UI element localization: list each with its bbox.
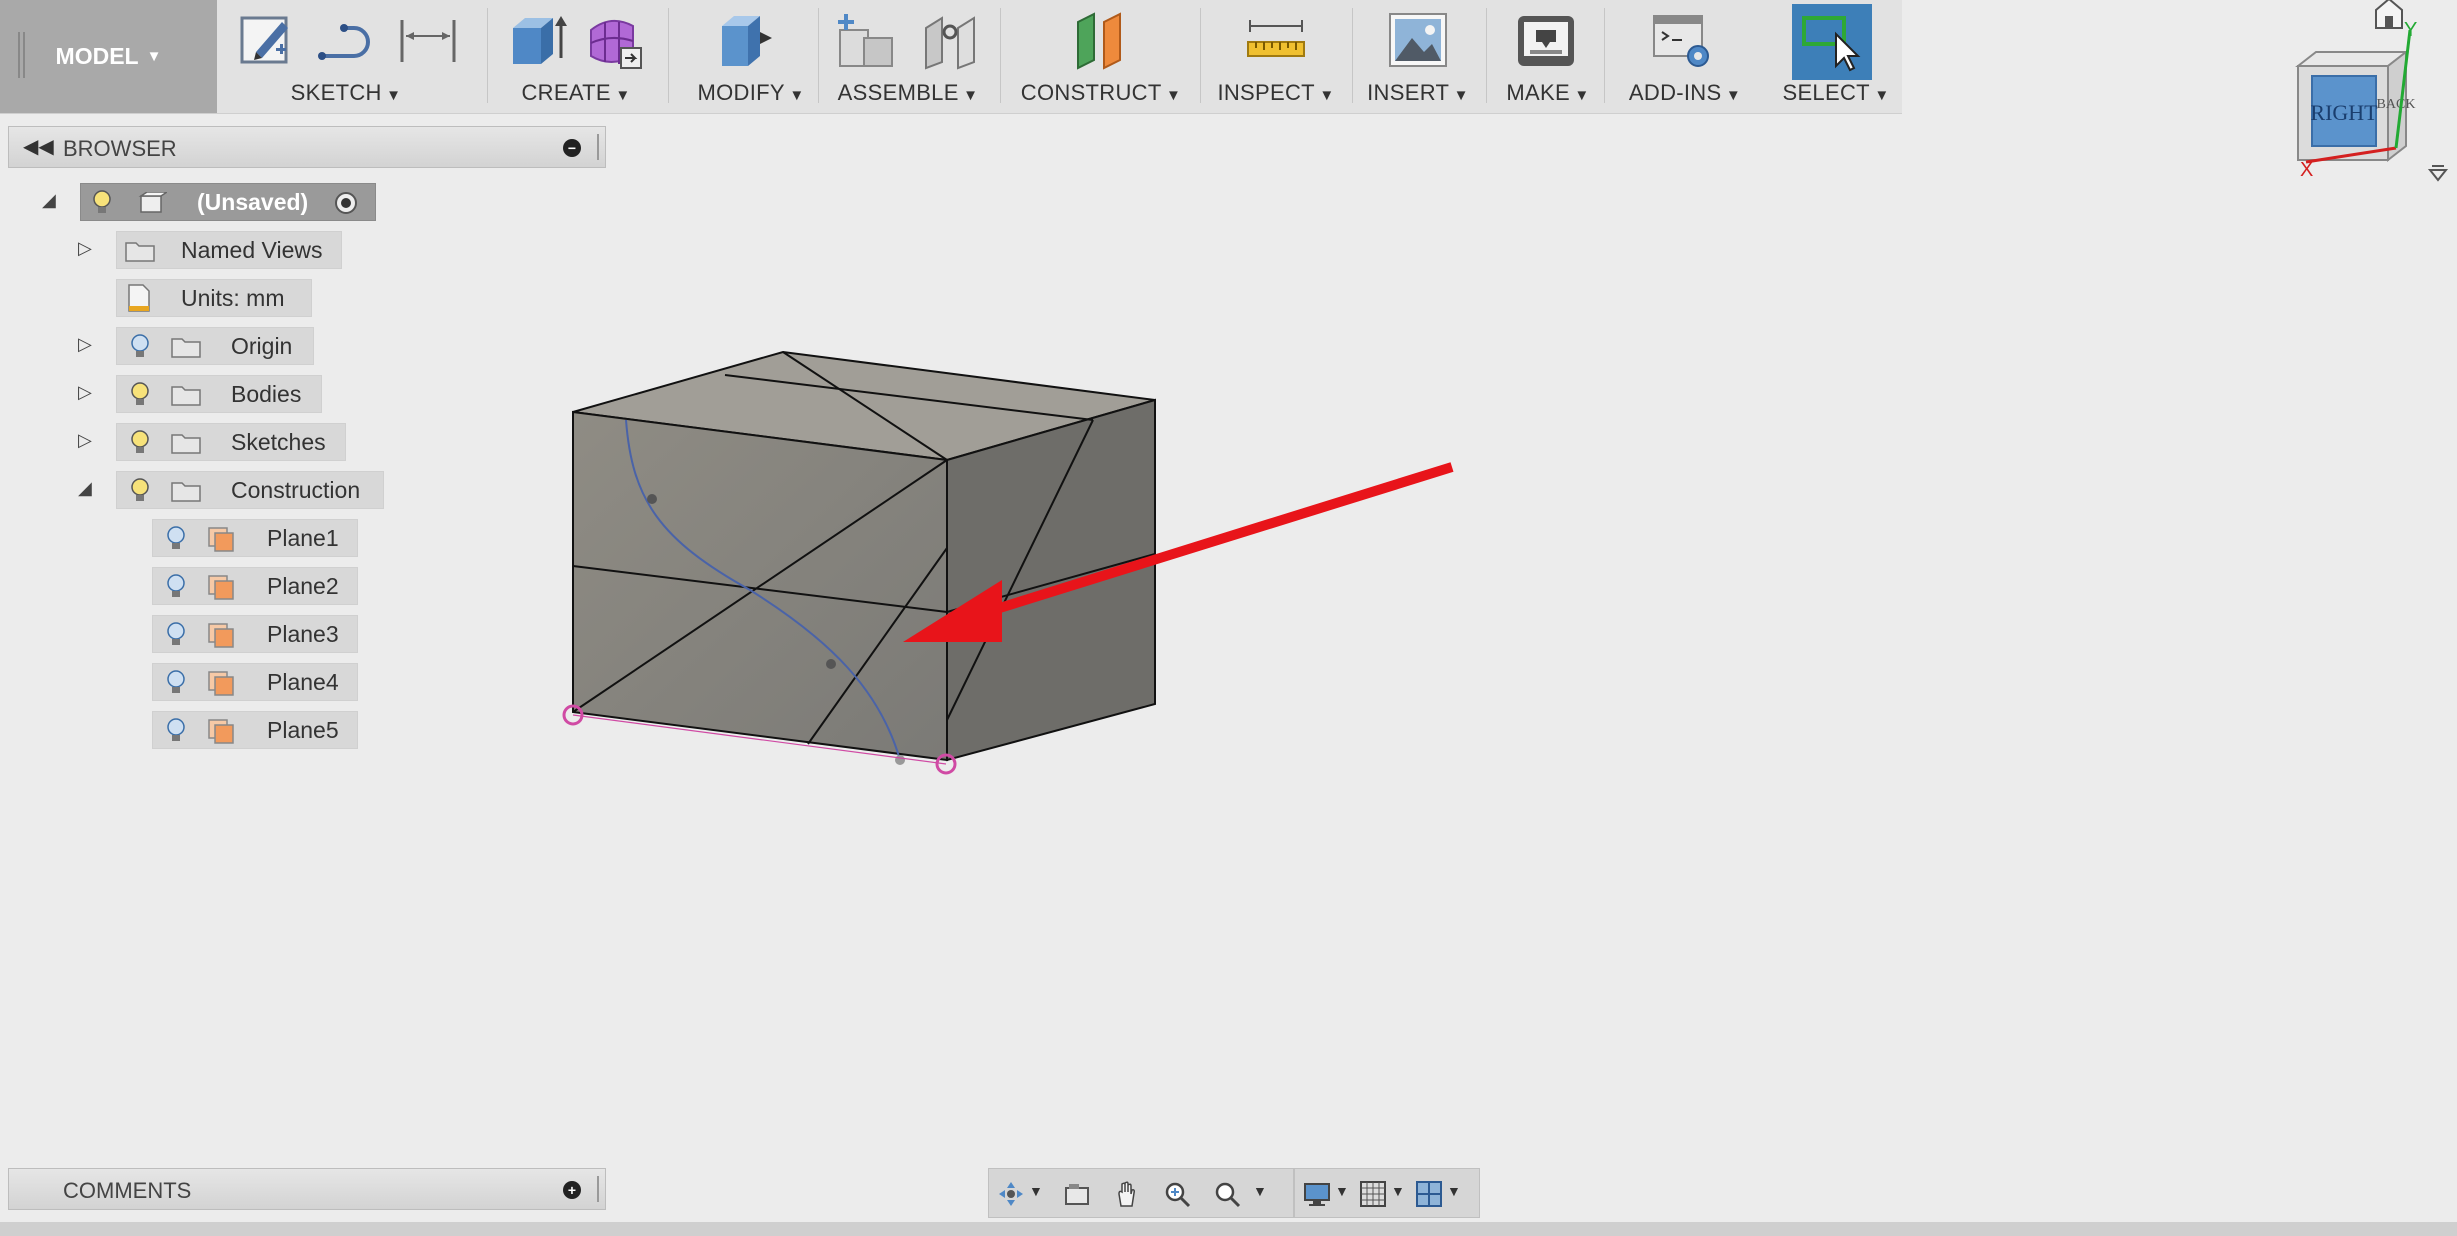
fit-zoom-icon[interactable] xyxy=(1213,1180,1241,1208)
navigation-toolbar: ▼ ▼ xyxy=(988,1168,1294,1218)
look-at-icon[interactable] xyxy=(1063,1180,1091,1208)
panel-resize-grip[interactable] xyxy=(597,1176,599,1202)
grid-snaps-icon[interactable] xyxy=(1359,1180,1387,1208)
x-axis-label: X xyxy=(2300,159,2313,181)
display-settings-icon[interactable] xyxy=(1303,1180,1331,1208)
chevron-down-icon[interactable]: ▼ xyxy=(1029,1183,1043,1199)
spline-control-point[interactable] xyxy=(826,659,836,669)
chevron-down-icon[interactable]: ▼ xyxy=(1447,1183,1461,1199)
view-cube-menu-icon[interactable] xyxy=(2427,165,2449,182)
zoom-icon[interactable] xyxy=(1163,1180,1191,1208)
viewports-icon[interactable] xyxy=(1415,1180,1443,1208)
comments-panel-header[interactable]: COMMENTS + xyxy=(8,1168,606,1210)
view-cube-back-label: BACK xyxy=(2377,97,2416,112)
comments-title: COMMENTS xyxy=(63,1178,192,1203)
y-axis-label: Y xyxy=(2404,19,2417,41)
spline-endpoint[interactable] xyxy=(895,755,905,765)
display-toolbar: ▼ ▼ ▼ xyxy=(1294,1168,1480,1218)
chevron-down-icon[interactable]: ▼ xyxy=(1335,1183,1349,1199)
orbit-icon[interactable] xyxy=(997,1180,1025,1208)
add-comment-icon[interactable]: + xyxy=(563,1181,581,1199)
view-cube-right-label: RIGHT xyxy=(2310,100,2378,125)
view-cube[interactable]: RIGHT BACK X Y xyxy=(2270,0,2457,190)
box-side-face[interactable] xyxy=(946,398,1156,762)
chevron-down-icon[interactable]: ▼ xyxy=(1391,1183,1405,1199)
pan-hand-icon[interactable] xyxy=(1113,1180,1141,1208)
canvas-viewport[interactable] xyxy=(0,0,2457,1236)
home-icon[interactable] xyxy=(2375,0,2403,29)
spline-control-point[interactable] xyxy=(647,494,657,504)
chevron-down-icon[interactable]: ▼ xyxy=(1253,1183,1267,1199)
status-strip xyxy=(0,1222,2457,1236)
